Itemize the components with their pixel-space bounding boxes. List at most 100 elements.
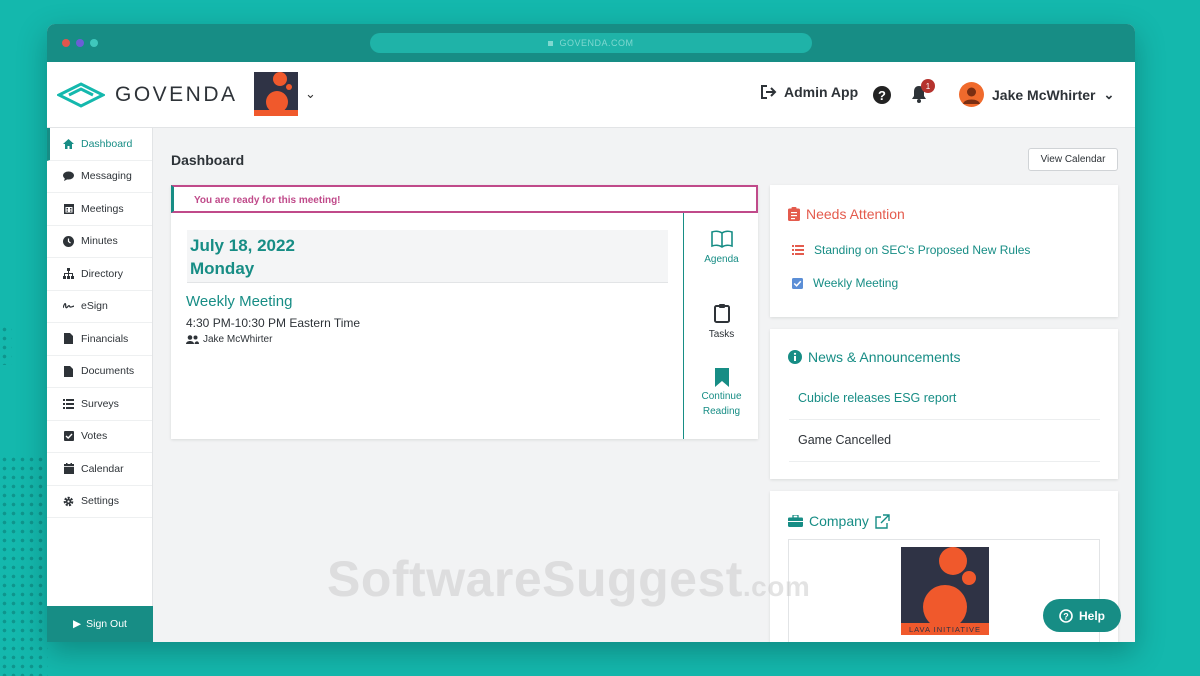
list-icon — [63, 398, 74, 409]
ready-banner: You are ready for this meeting! — [171, 185, 758, 213]
sidebar-item-directory[interactable]: Directory — [47, 258, 152, 291]
sidebar-item-label: Calendar — [81, 462, 124, 475]
needs-attention-heading: Needs Attention — [788, 206, 905, 222]
user-menu[interactable]: Jake McWhirter ⌄ — [959, 82, 1114, 107]
news-heading: News & Announcements — [788, 349, 961, 365]
minimize-dot[interactable] — [76, 39, 84, 47]
sidebar-item-calendar[interactable]: Calendar — [47, 453, 152, 486]
sidebar-item-label: eSign — [81, 300, 108, 313]
notification-badge: 1 — [921, 79, 935, 93]
sidebar-item-label: Minutes — [81, 235, 118, 248]
lava-logo-icon — [254, 72, 298, 116]
news-item[interactable]: Cubicle releases ESG report — [789, 378, 1100, 420]
sign-out-arrow-icon — [761, 85, 777, 99]
sidebar-item-surveys[interactable]: Surveys — [47, 388, 152, 421]
lock-icon — [548, 40, 554, 46]
sign-out-button[interactable]: ▶ Sign Out — [47, 606, 153, 642]
sidebar-item-label: Meetings — [81, 202, 124, 215]
continue-label: Continue — [701, 391, 742, 402]
calendar-icon — [63, 463, 74, 475]
agenda-button[interactable]: Agenda — [684, 230, 759, 268]
users-icon — [186, 335, 199, 344]
attention-item-label: Weekly Meeting — [813, 276, 899, 290]
gear-icon — [63, 496, 74, 507]
sidebar-item-messaging[interactable]: Messaging — [47, 161, 152, 193]
news-item[interactable]: Game Cancelled — [789, 420, 1100, 462]
govenda-mark-icon — [57, 82, 105, 108]
chevron-down-icon: ⌄ — [1103, 86, 1115, 102]
file-icon — [63, 365, 74, 377]
help-circle-icon[interactable]: ? — [873, 86, 891, 104]
meeting-date-box: July 18, 2022 Monday — [187, 230, 668, 283]
meeting-card: You are ready for this meeting! July 18,… — [171, 185, 758, 439]
external-link-icon[interactable] — [875, 513, 890, 529]
question-circle-icon: ? — [1059, 608, 1073, 623]
help-label: Help — [1078, 608, 1105, 623]
govenda-logo[interactable]: GOVENDA — [57, 82, 238, 108]
meeting-date: July 18, 2022 — [190, 236, 295, 255]
sitemap-icon — [63, 268, 74, 280]
org-logo[interactable] — [254, 72, 298, 116]
attention-item[interactable]: Standing on SEC's Proposed New Rules — [792, 243, 1030, 257]
lava-logo-icon: LAVA INITIATIVE — [901, 547, 989, 635]
info-circle-icon — [788, 350, 802, 364]
page-title: Dashboard — [171, 152, 245, 168]
svg-text:?: ? — [1063, 611, 1069, 621]
calendar-grid-icon — [63, 203, 74, 215]
admin-app-link[interactable]: Admin App — [760, 84, 858, 100]
help-button[interactable]: ? Help — [1043, 599, 1121, 632]
sidebar-item-label: Documents — [81, 365, 135, 378]
browser-chrome: GOVENDA.COM — [47, 24, 1135, 62]
meeting-title-link[interactable]: Weekly Meeting — [186, 293, 292, 310]
window-controls — [62, 39, 98, 47]
tasks-button[interactable]: Tasks — [684, 303, 759, 343]
company-heading: Company — [788, 513, 890, 529]
sidebar-item-label: Directory — [81, 267, 124, 280]
sidebar-item-dashboard[interactable]: Dashboard — [47, 128, 152, 161]
chat-icon — [63, 171, 74, 182]
sidebar-item-label: Dashboard — [81, 137, 133, 150]
maximize-dot[interactable] — [90, 39, 98, 47]
open-book-icon — [710, 230, 733, 248]
brand-name: GOVENDA — [115, 83, 238, 106]
clipboard-list-icon — [788, 207, 800, 221]
chevron-down-icon[interactable]: ⌄ — [305, 86, 316, 102]
news-card: News & Announcements Cubicle releases ES… — [770, 329, 1118, 479]
needs-attention-card: Needs Attention Standing on SEC's Propos… — [770, 185, 1118, 317]
meeting-time: 4:30 PM-10:30 PM Eastern Time — [186, 316, 361, 330]
sidebar-item-meetings[interactable]: Meetings — [47, 193, 152, 226]
company-title: Company — [809, 513, 869, 529]
sidebar-item-label: Votes — [81, 430, 108, 443]
close-dot[interactable] — [62, 39, 70, 47]
sidebar-item-votes[interactable]: Votes — [47, 421, 152, 453]
clock-icon — [63, 235, 74, 247]
continue-reading-button[interactable]: Continue Reading — [684, 368, 759, 420]
view-calendar-button[interactable]: View Calendar — [1028, 148, 1118, 171]
list-icon — [792, 245, 804, 255]
sidebar: Dashboard Messaging Meetings Minutes Dir… — [47, 128, 153, 642]
checkbox-icon — [63, 431, 74, 442]
meeting-weekday: Monday — [190, 259, 255, 278]
decorative-dots — [0, 455, 48, 676]
home-icon — [63, 138, 74, 149]
watermark: SoftwareSuggest.com — [327, 550, 810, 608]
sidebar-item-label: Surveys — [81, 397, 119, 410]
admin-app-label: Admin App — [784, 84, 859, 100]
sidebar-item-financials[interactable]: Financials — [47, 323, 152, 356]
sidebar-item-documents[interactable]: Documents — [47, 356, 152, 388]
address-bar[interactable]: GOVENDA.COM — [370, 33, 812, 53]
play-icon: ▶ — [73, 618, 82, 630]
company-logo: LAVA INITIATIVE — [901, 547, 989, 635]
company-logo-caption: LAVA INITIATIVE — [909, 625, 981, 634]
sidebar-item-esign[interactable]: eSign — [47, 291, 152, 323]
sidebar-item-label: Financials — [81, 332, 129, 345]
attention-item[interactable]: Weekly Meeting — [792, 276, 898, 290]
attention-item-label: Standing on SEC's Proposed New Rules — [814, 243, 1031, 257]
file-icon — [63, 333, 74, 345]
sidebar-item-label: Settings — [81, 495, 119, 508]
decorative-dots — [0, 325, 12, 365]
sidebar-item-settings[interactable]: Settings — [47, 486, 152, 518]
briefcase-icon — [788, 515, 803, 527]
sidebar-item-minutes[interactable]: Minutes — [47, 226, 152, 258]
meeting-owner: Jake McWhirter — [186, 334, 272, 345]
